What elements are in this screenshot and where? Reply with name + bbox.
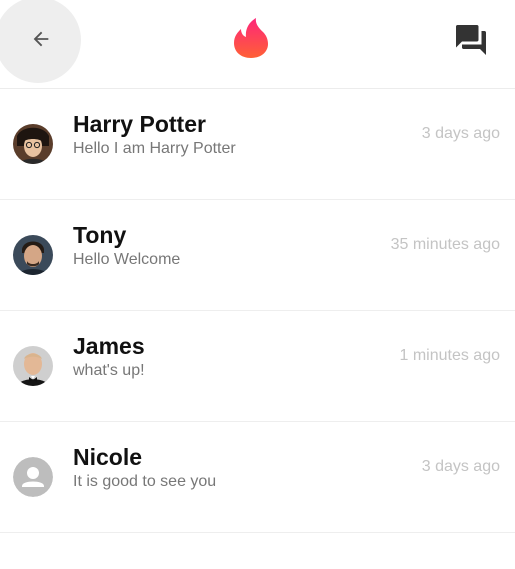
flame-logo-icon[interactable]	[232, 17, 270, 59]
message-preview: Hello Welcome	[73, 251, 181, 268]
timestamp: 35 minutes ago	[390, 236, 500, 253]
contact-name: Nicole	[73, 444, 143, 470]
timestamp: 3 days ago	[421, 458, 500, 475]
default-avatar-icon	[13, 457, 53, 497]
conversation-row[interactable]: James what's up! 1 minutes ago	[0, 311, 515, 422]
conversation-list: Harry Potter Hello I am Harry Potter 3 d…	[0, 89, 515, 533]
arrow-back-icon	[30, 28, 52, 55]
contact-name: Tony	[73, 222, 127, 248]
contact-name: James	[73, 333, 145, 359]
conversation-row[interactable]: Nicole It is good to see you 3 days ago	[0, 422, 515, 533]
forum-button[interactable]	[452, 22, 490, 58]
header	[0, 0, 515, 89]
conversation-row[interactable]: Harry Potter Hello I am Harry Potter 3 d…	[0, 89, 515, 200]
timestamp: 1 minutes ago	[399, 347, 500, 364]
message-preview: Hello I am Harry Potter	[73, 140, 236, 157]
message-preview: what's up!	[73, 362, 145, 379]
conversation-row[interactable]: Tony Hello Welcome 35 minutes ago	[0, 200, 515, 311]
message-preview: It is good to see you	[73, 473, 217, 490]
back-button[interactable]	[0, 0, 81, 83]
forum-icon	[452, 25, 490, 62]
timestamp: 3 days ago	[421, 125, 500, 142]
avatar	[13, 235, 53, 275]
avatar	[13, 346, 53, 386]
app-root: Harry Potter Hello I am Harry Potter 3 d…	[0, 0, 515, 569]
contact-name: Harry Potter	[73, 111, 206, 137]
avatar	[13, 124, 53, 164]
